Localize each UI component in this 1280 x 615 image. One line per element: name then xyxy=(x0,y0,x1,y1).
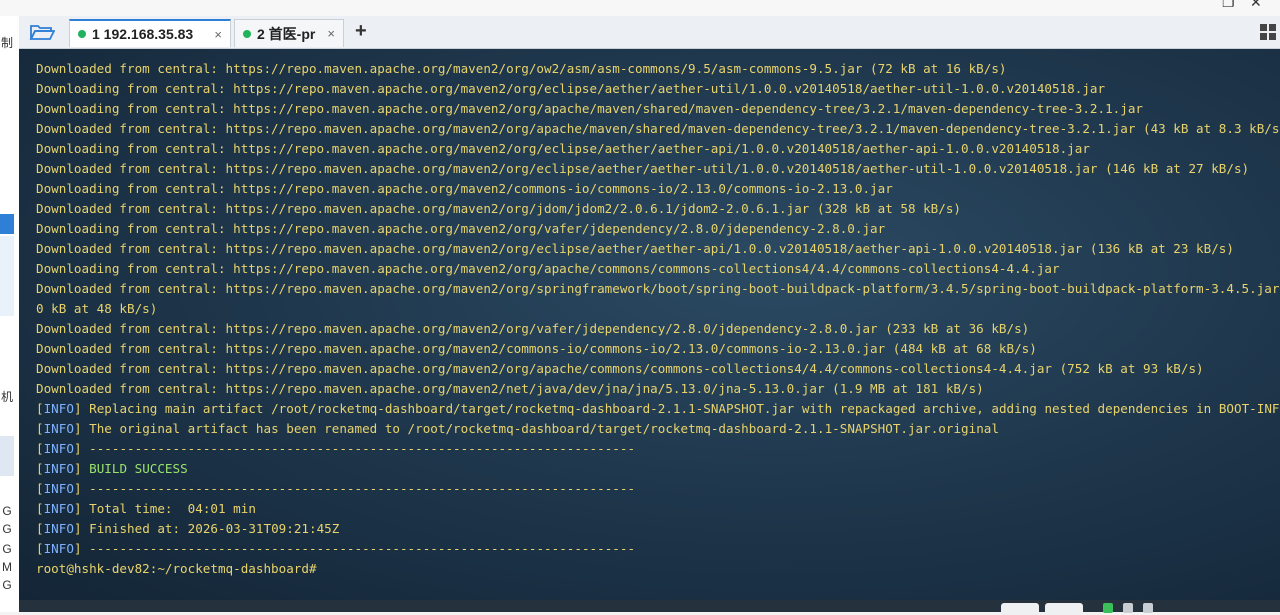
terminal-line: Downloaded from central: https://repo.ma… xyxy=(36,341,1037,356)
terminal-info-line: [INFO] Finished at: 2026-03-31T09:21:45Z xyxy=(36,519,1280,539)
terminal-line: Downloading from central: https://repo.m… xyxy=(36,181,893,196)
panel-char: 制 xyxy=(0,36,13,50)
session-tab-bar: 1 192.168.35.83 × 2 首医-pr × + xyxy=(19,16,1280,49)
log-text: Replacing main artifact /root/rocketmq-d… xyxy=(81,401,1280,416)
terminal-info-line: [INFO] Total time: 04:01 min xyxy=(36,499,1280,519)
selected-row-marker xyxy=(0,214,14,234)
grid-icon[interactable] xyxy=(1260,24,1276,40)
log-level-tag: [INFO] xyxy=(36,421,82,436)
log-text: The original artifact has been renamed t… xyxy=(81,421,999,436)
tab-close-icon[interactable]: × xyxy=(214,27,222,42)
terminal-info-line: [INFO] ---------------------------------… xyxy=(36,539,1280,559)
log-text: Total time: 04:01 min xyxy=(81,501,256,516)
window-top-strip: ❐ ✕ xyxy=(0,0,1280,16)
terminal-line: Downloading from central: https://repo.m… xyxy=(36,261,1060,276)
terminal-line: Downloaded from central: https://repo.ma… xyxy=(36,241,1234,256)
tab-session-2[interactable]: 2 首医-pr × xyxy=(234,19,344,47)
terminal-line: Downloaded from central: https://repo.ma… xyxy=(36,321,1030,336)
log-level-tag: [INFO] xyxy=(36,541,82,556)
terminal-line: Downloaded from central: https://repo.ma… xyxy=(36,121,1280,136)
log-level-tag: [INFO] xyxy=(36,461,82,476)
close-icon[interactable]: ✕ xyxy=(1250,0,1262,11)
log-text: ----------------------------------------… xyxy=(81,541,636,556)
terminal-info-line: [INFO] ---------------------------------… xyxy=(36,479,1280,499)
terminal-line: Downloading from central: https://repo.m… xyxy=(36,101,1143,116)
terminal-lines: Downloaded from central: https://repo.ma… xyxy=(36,59,1280,579)
tab-close-icon[interactable]: × xyxy=(327,26,335,41)
connected-status-icon xyxy=(243,29,251,38)
terminal-info-line: [INFO] BUILD SUCCESS xyxy=(36,459,1280,479)
panel-char: G xyxy=(2,578,12,592)
panel-char: 机 xyxy=(0,390,13,404)
terminal-line: Downloaded from central: https://repo.ma… xyxy=(36,61,1007,76)
connected-status-icon xyxy=(78,30,86,38)
terminal-line: Downloading from central: https://repo.m… xyxy=(36,221,886,236)
log-level-tag: [INFO] xyxy=(36,521,82,536)
log-level-tag: [INFO] xyxy=(36,501,82,516)
log-text: ----------------------------------------… xyxy=(81,441,636,456)
terminal-info-line: [INFO] The original artifact has been re… xyxy=(36,419,1280,439)
terminal-line: Downloaded from central: https://repo.ma… xyxy=(36,201,962,216)
terminal-line: Downloaded from central: https://repo.ma… xyxy=(36,361,1204,376)
shell-prompt[interactable]: root@hshk-dev82:~/rocketmq-dashboard# xyxy=(36,559,1280,579)
panel-char: M xyxy=(2,560,12,574)
new-tab-button[interactable]: + xyxy=(355,20,367,43)
history-button[interactable] xyxy=(1001,603,1039,615)
terminal-info-line: [INFO] Replacing main artifact /root/roc… xyxy=(36,399,1280,419)
terminal-info-line: [INFO] ---------------------------------… xyxy=(36,439,1280,459)
command-input-bar xyxy=(19,600,1280,615)
terminal-line: Downloaded from central: https://repo.ma… xyxy=(36,161,1250,176)
restore-icon[interactable]: ❐ xyxy=(1222,0,1235,11)
options-button[interactable] xyxy=(1045,603,1083,615)
left-side-panel: 制机GGGMG xyxy=(0,16,20,612)
terminal-line: Downloading from central: https://repo.m… xyxy=(36,81,1106,96)
tab-label: 2 首医-pr xyxy=(257,25,316,42)
tab-label: 1 192.168.35.83 xyxy=(92,26,194,42)
panel-char: G xyxy=(2,542,12,556)
build-success-text: BUILD SUCCESS xyxy=(81,461,188,476)
tab-session-1[interactable]: 1 192.168.35.83 × xyxy=(69,19,231,47)
log-level-tag: [INFO] xyxy=(36,481,82,496)
folder-open-icon[interactable] xyxy=(29,22,55,42)
panel-chart-fragment xyxy=(0,436,14,476)
panel-char: G xyxy=(2,504,12,518)
log-level-tag: [INFO] xyxy=(36,441,82,456)
terminal-line: Downloaded from central: https://repo.ma… xyxy=(36,381,984,396)
log-text: ----------------------------------------… xyxy=(81,481,636,496)
log-level-tag: [INFO] xyxy=(36,401,82,416)
panel-char: G xyxy=(2,522,12,536)
panel-rows xyxy=(0,236,14,316)
terminal-line: Downloaded from central: https://repo.ma… xyxy=(36,281,1280,296)
terminal-line: Downloading from central: https://repo.m… xyxy=(36,141,1090,156)
terminal-line: 0 kB at 48 kB/s) xyxy=(36,301,158,316)
log-text: Finished at: 2026-03-31T09:21:45Z xyxy=(81,521,340,536)
terminal-output[interactable]: Downloaded from central: https://repo.ma… xyxy=(19,49,1280,601)
